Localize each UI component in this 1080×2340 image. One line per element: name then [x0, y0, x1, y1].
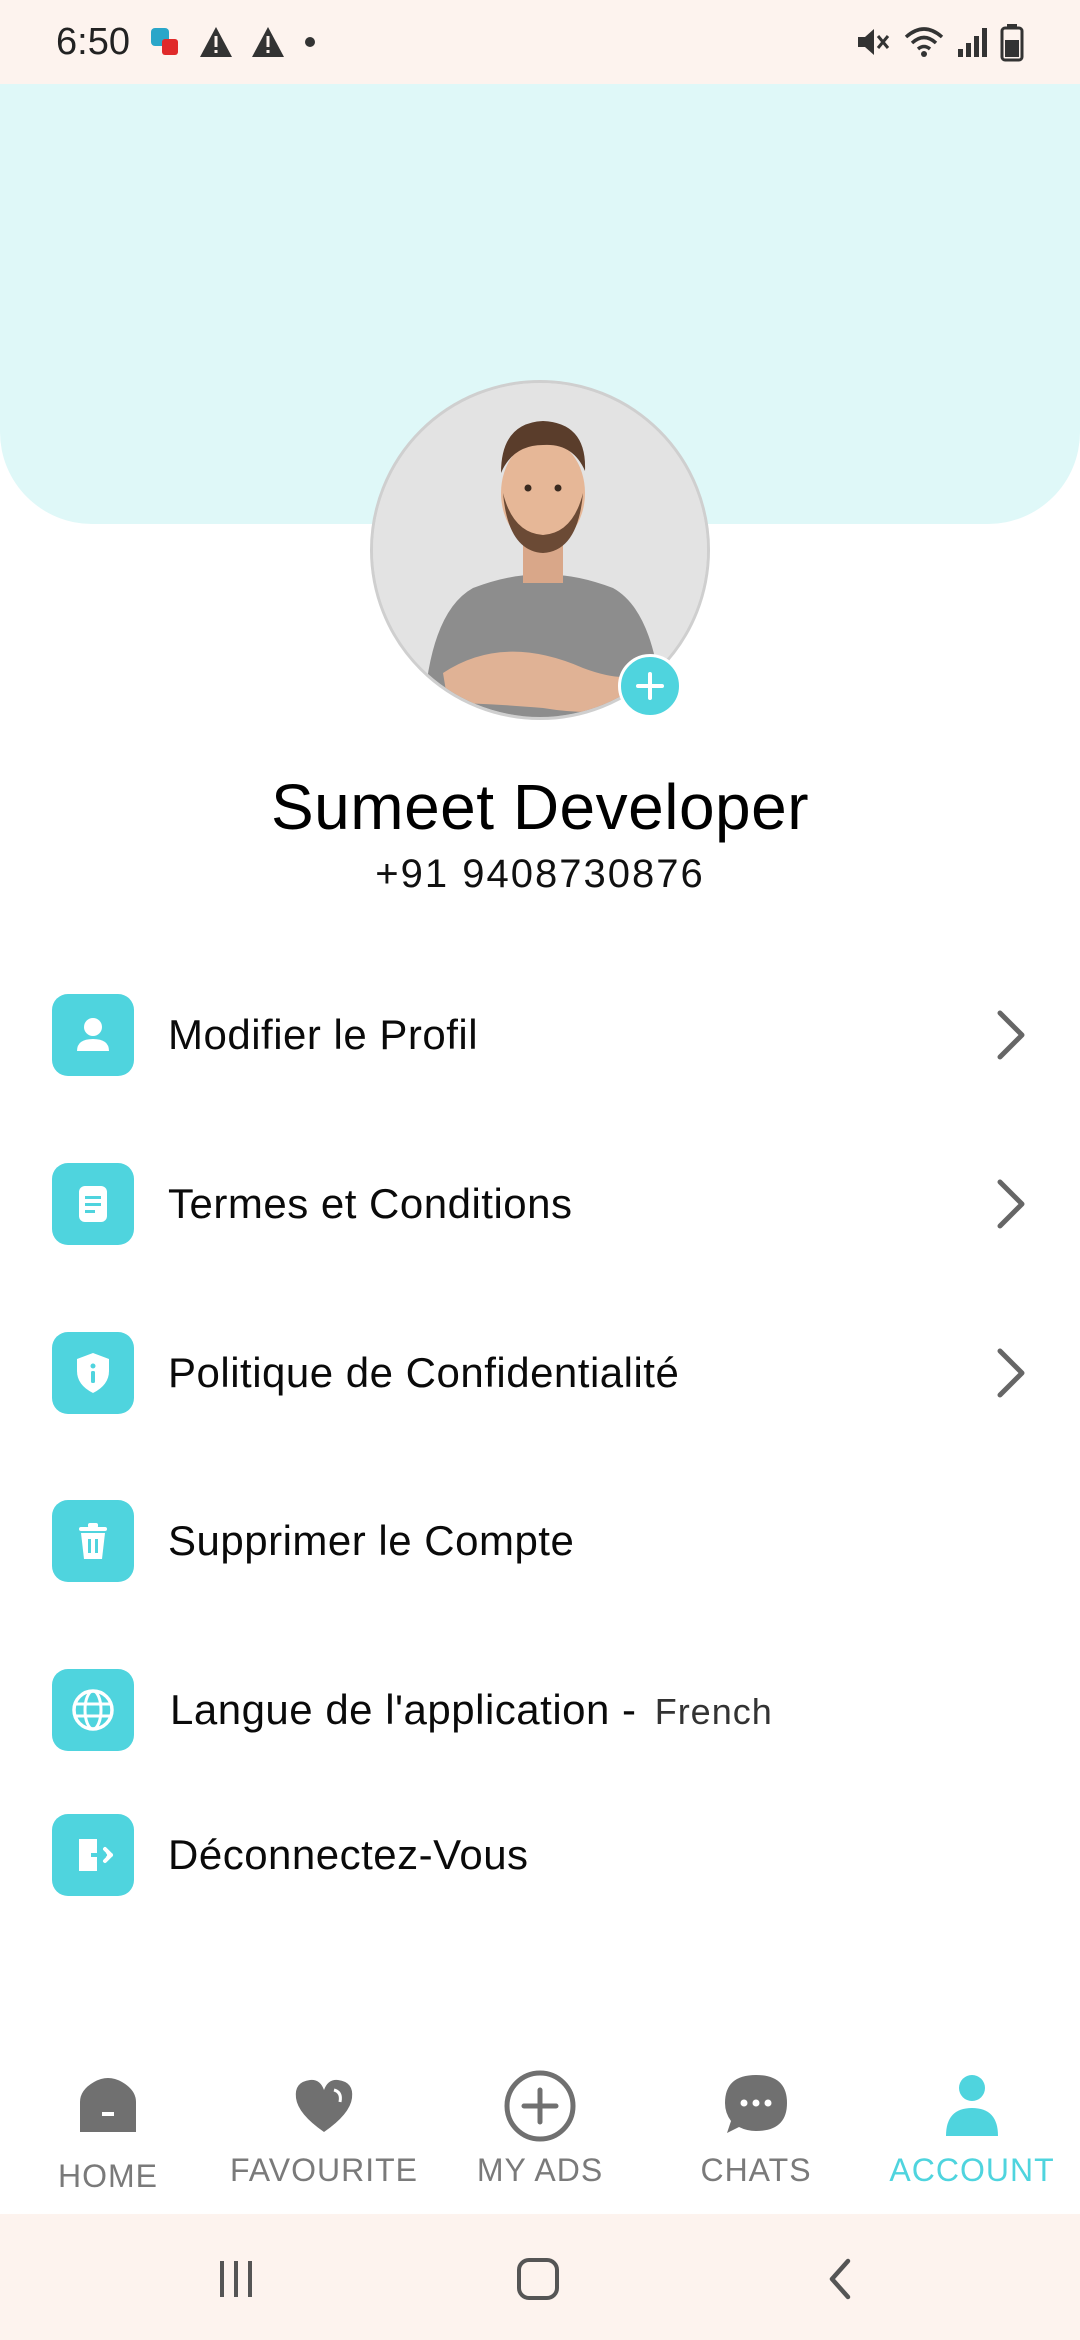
plus-icon — [636, 672, 664, 700]
chevron-right-icon — [997, 1010, 1025, 1060]
signal-icon — [958, 28, 987, 57]
back-button[interactable] — [800, 2244, 880, 2314]
system-status-icons — [854, 22, 1024, 62]
status-bar: 6:50 — [0, 0, 1080, 84]
menu-label: Déconnectez-Vous — [168, 1831, 529, 1878]
account-icon — [932, 2066, 1012, 2146]
heart-icon — [284, 2066, 364, 2146]
recent-apps-icon — [220, 2261, 252, 2297]
nav-my-ads[interactable]: MY ADS — [432, 2036, 648, 2214]
profile-name: Sumeet Developer — [270, 771, 810, 843]
menu-label: Politique de Confidentialité — [168, 1349, 680, 1396]
shield-icon — [52, 1332, 134, 1414]
menu-item-delete-account[interactable]: Supprimer le Compte — [0, 1486, 1080, 1596]
document-icon — [52, 1163, 134, 1245]
warning-icon — [199, 27, 232, 57]
logout-icon — [52, 1814, 134, 1896]
nav-account[interactable]: ACCOUNT — [864, 2036, 1080, 2214]
menu-label: Langue de l'application - French — [170, 1686, 773, 1734]
add-photo-button[interactable] — [618, 654, 682, 718]
home-icon — [68, 2066, 148, 2146]
wifi-icon — [904, 27, 944, 57]
nav-label: HOME — [58, 2158, 158, 2194]
warning-icon — [251, 27, 284, 57]
account-screen: 6:50 Sumeet Developer +91 9408730876 Mod… — [0, 0, 1080, 2340]
mute-icon — [858, 29, 890, 55]
menu-item-terms[interactable]: Termes et Conditions — [0, 1149, 1080, 1259]
chevron-right-icon — [997, 1179, 1025, 1229]
recent-apps-button[interactable] — [196, 2244, 276, 2314]
system-navigation-bar — [0, 2214, 1080, 2340]
profile-phone: +91 9408730876 — [375, 852, 705, 896]
menu-item-logout[interactable]: Déconnectez-Vous — [0, 1800, 1080, 1910]
menu-item-app-language[interactable]: Langue de l'application - French — [0, 1655, 1080, 1765]
menu-label: Modifier le Profil — [168, 1011, 479, 1058]
nav-label: CHATS — [700, 2152, 812, 2188]
menu-item-edit-profile[interactable]: Modifier le Profil — [0, 980, 1080, 1090]
status-time: 6:50 — [56, 20, 130, 63]
nav-label: MY ADS — [476, 2152, 604, 2188]
nav-favourite[interactable]: FAVOURITE — [216, 2036, 432, 2214]
chevron-right-icon — [997, 1348, 1025, 1398]
home-square-icon — [517, 2258, 559, 2300]
app-notification-icon — [150, 28, 178, 55]
add-circle-icon — [500, 2066, 580, 2146]
nav-label: ACCOUNT — [889, 2152, 1055, 2188]
person-icon — [52, 994, 134, 1076]
menu-label: Supprimer le Compte — [168, 1517, 575, 1564]
menu-label: Termes et Conditions — [168, 1180, 573, 1227]
nav-home[interactable]: HOME — [0, 2036, 216, 2214]
language-value: French — [654, 1691, 773, 1732]
chat-icon — [716, 2066, 796, 2146]
dot-icon — [304, 37, 315, 47]
nav-chats[interactable]: CHATS — [648, 2036, 864, 2214]
nav-label: FAVOURITE — [230, 2152, 418, 2188]
battery-icon — [1000, 24, 1024, 62]
language-label: Langue de l'application - — [170, 1686, 649, 1733]
home-system-button[interactable] — [498, 2244, 578, 2314]
globe-icon — [52, 1669, 134, 1751]
trash-icon — [52, 1500, 134, 1582]
notification-icons — [148, 25, 318, 59]
bottom-navigation: HOME FAVOURITE MY ADS CHATS ACCOUNT — [0, 2036, 1080, 2214]
back-icon — [829, 2258, 851, 2300]
menu-item-privacy-policy[interactable]: Politique de Confidentialité — [0, 1318, 1080, 1428]
